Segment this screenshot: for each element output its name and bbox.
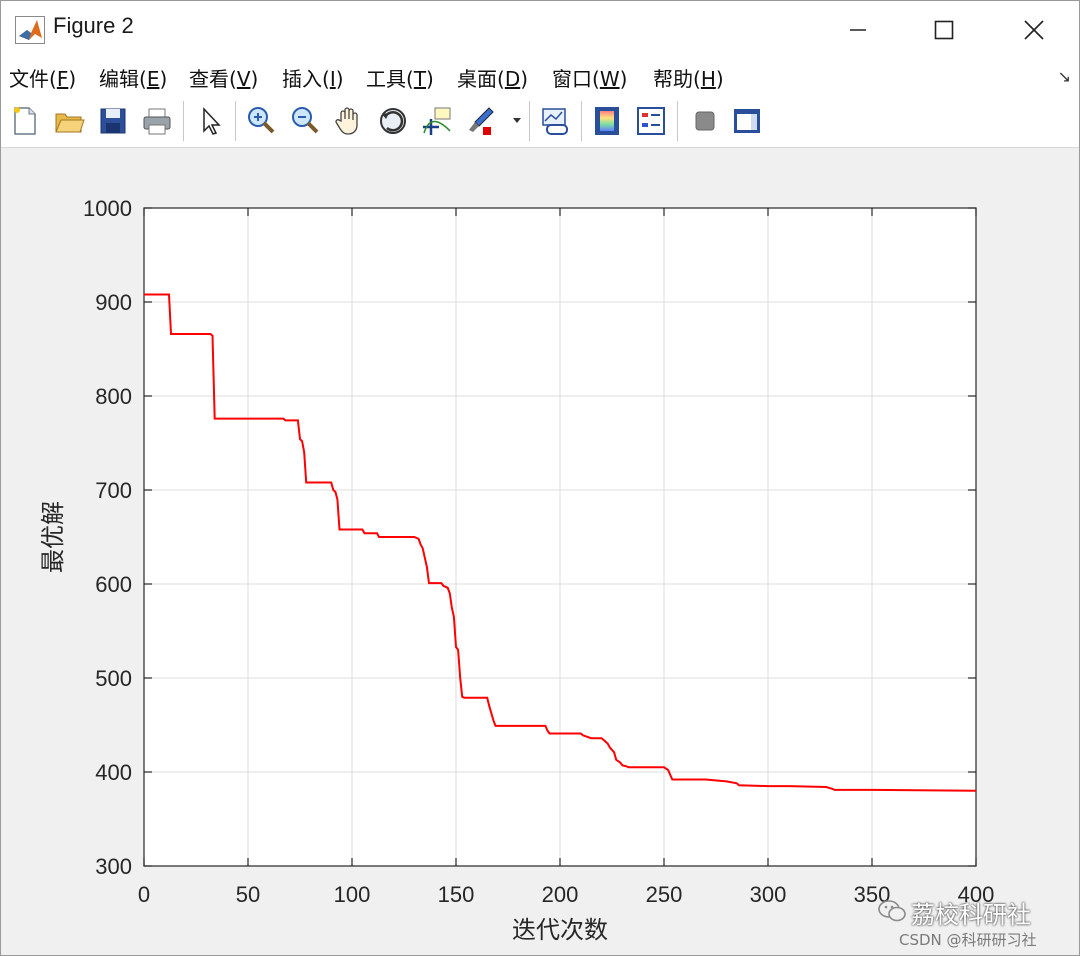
title-bar: Figure 2 — [1, 1, 1079, 59]
menu-view[interactable]: 查看(V) — [189, 63, 258, 92]
colorbar-icon[interactable] — [591, 105, 623, 137]
y-tick-label: 700 — [95, 478, 132, 503]
watermark-sub: CSDN @科研研习社 — [899, 931, 1037, 949]
menu-tools[interactable]: 工具(T) — [366, 63, 434, 92]
data-cursor-icon[interactable] — [421, 105, 453, 137]
close-icon — [1024, 20, 1044, 40]
y-tick-label: 500 — [95, 666, 132, 691]
maximize-button[interactable] — [899, 1, 989, 59]
menu-help[interactable]: 帮助(H) — [653, 63, 724, 92]
rotate-3d-icon[interactable] — [377, 105, 409, 137]
y-axis-label: 最优解 — [39, 501, 67, 573]
menu-window[interactable]: 窗口(W) — [552, 63, 627, 92]
x-axis-label: 迭代次数 — [512, 916, 608, 944]
save-icon[interactable] — [97, 105, 129, 137]
legend-icon[interactable] — [635, 105, 667, 137]
menu-insert[interactable]: 插入(I) — [282, 63, 344, 92]
toolbar-separator — [677, 101, 678, 141]
x-tick-label: 100 — [334, 882, 371, 907]
x-tick-label: 300 — [750, 882, 787, 907]
brush-dropdown-icon[interactable] — [512, 117, 522, 125]
pan-icon[interactable] — [333, 105, 365, 137]
show-plot-tools-icon[interactable] — [731, 105, 763, 137]
toolbar-separator — [529, 101, 530, 141]
brush-icon[interactable] — [465, 105, 497, 137]
x-tick-label: 200 — [542, 882, 579, 907]
menu-edit[interactable]: 编辑(E) — [99, 63, 167, 92]
close-button[interactable] — [989, 1, 1079, 59]
y-tick-label: 600 — [95, 572, 132, 597]
y-tick-label: 900 — [95, 290, 132, 315]
y-tick-label: 400 — [95, 760, 132, 785]
menu-desktop[interactable]: 桌面(D) — [457, 63, 528, 92]
toolbar-separator — [183, 101, 184, 141]
pointer-icon[interactable] — [195, 105, 227, 137]
y-tick-label: 300 — [95, 854, 132, 879]
x-tick-label: 0 — [138, 882, 150, 907]
minimize-button[interactable] — [813, 1, 903, 59]
matlab-logo-icon — [15, 16, 45, 44]
dock-arrow-icon[interactable]: ↘ — [1058, 67, 1071, 86]
x-tick-label: 150 — [438, 882, 475, 907]
y-tick-label: 1000 — [83, 196, 132, 221]
new-figure-icon[interactable] — [9, 105, 41, 137]
menu-bar: 文件(F) 编辑(E) 查看(V) 插入(I) 工具(T) 桌面(D) 窗口(W… — [1, 59, 1079, 95]
wechat-icon — [878, 900, 906, 922]
hide-plot-tools-icon[interactable] — [689, 105, 721, 137]
menu-file[interactable]: 文件(F) — [9, 63, 76, 92]
toolbar-separator — [581, 101, 582, 141]
figure-window: Figure 2 文件(F) 编辑(E) 查看(V) 插入(I) 工具(T) 桌… — [0, 0, 1080, 956]
zoom-out-icon[interactable] — [289, 105, 321, 137]
toolbar-separator — [235, 101, 236, 141]
zoom-in-icon[interactable] — [245, 105, 277, 137]
x-tick-label: 250 — [646, 882, 683, 907]
x-tick-label: 50 — [236, 882, 260, 907]
figure-toolbar — [1, 95, 1079, 148]
window-title: Figure 2 — [53, 13, 134, 38]
watermark-main: 荔校科研社 — [911, 901, 1031, 929]
figure-canvas: 0 50 100 150 200 250 300 350 400 300 400 500 600 700 8… — [1, 148, 1079, 955]
minimize-icon — [850, 29, 866, 31]
maximize-icon — [934, 20, 954, 40]
print-icon[interactable] — [141, 105, 173, 137]
y-tick-label: 800 — [95, 384, 132, 409]
link-plot-icon[interactable] — [539, 105, 571, 137]
open-file-icon[interactable] — [53, 105, 85, 137]
line-chart[interactable]: 0 50 100 150 200 250 300 350 4003004005006007008… — [1, 148, 1079, 955]
